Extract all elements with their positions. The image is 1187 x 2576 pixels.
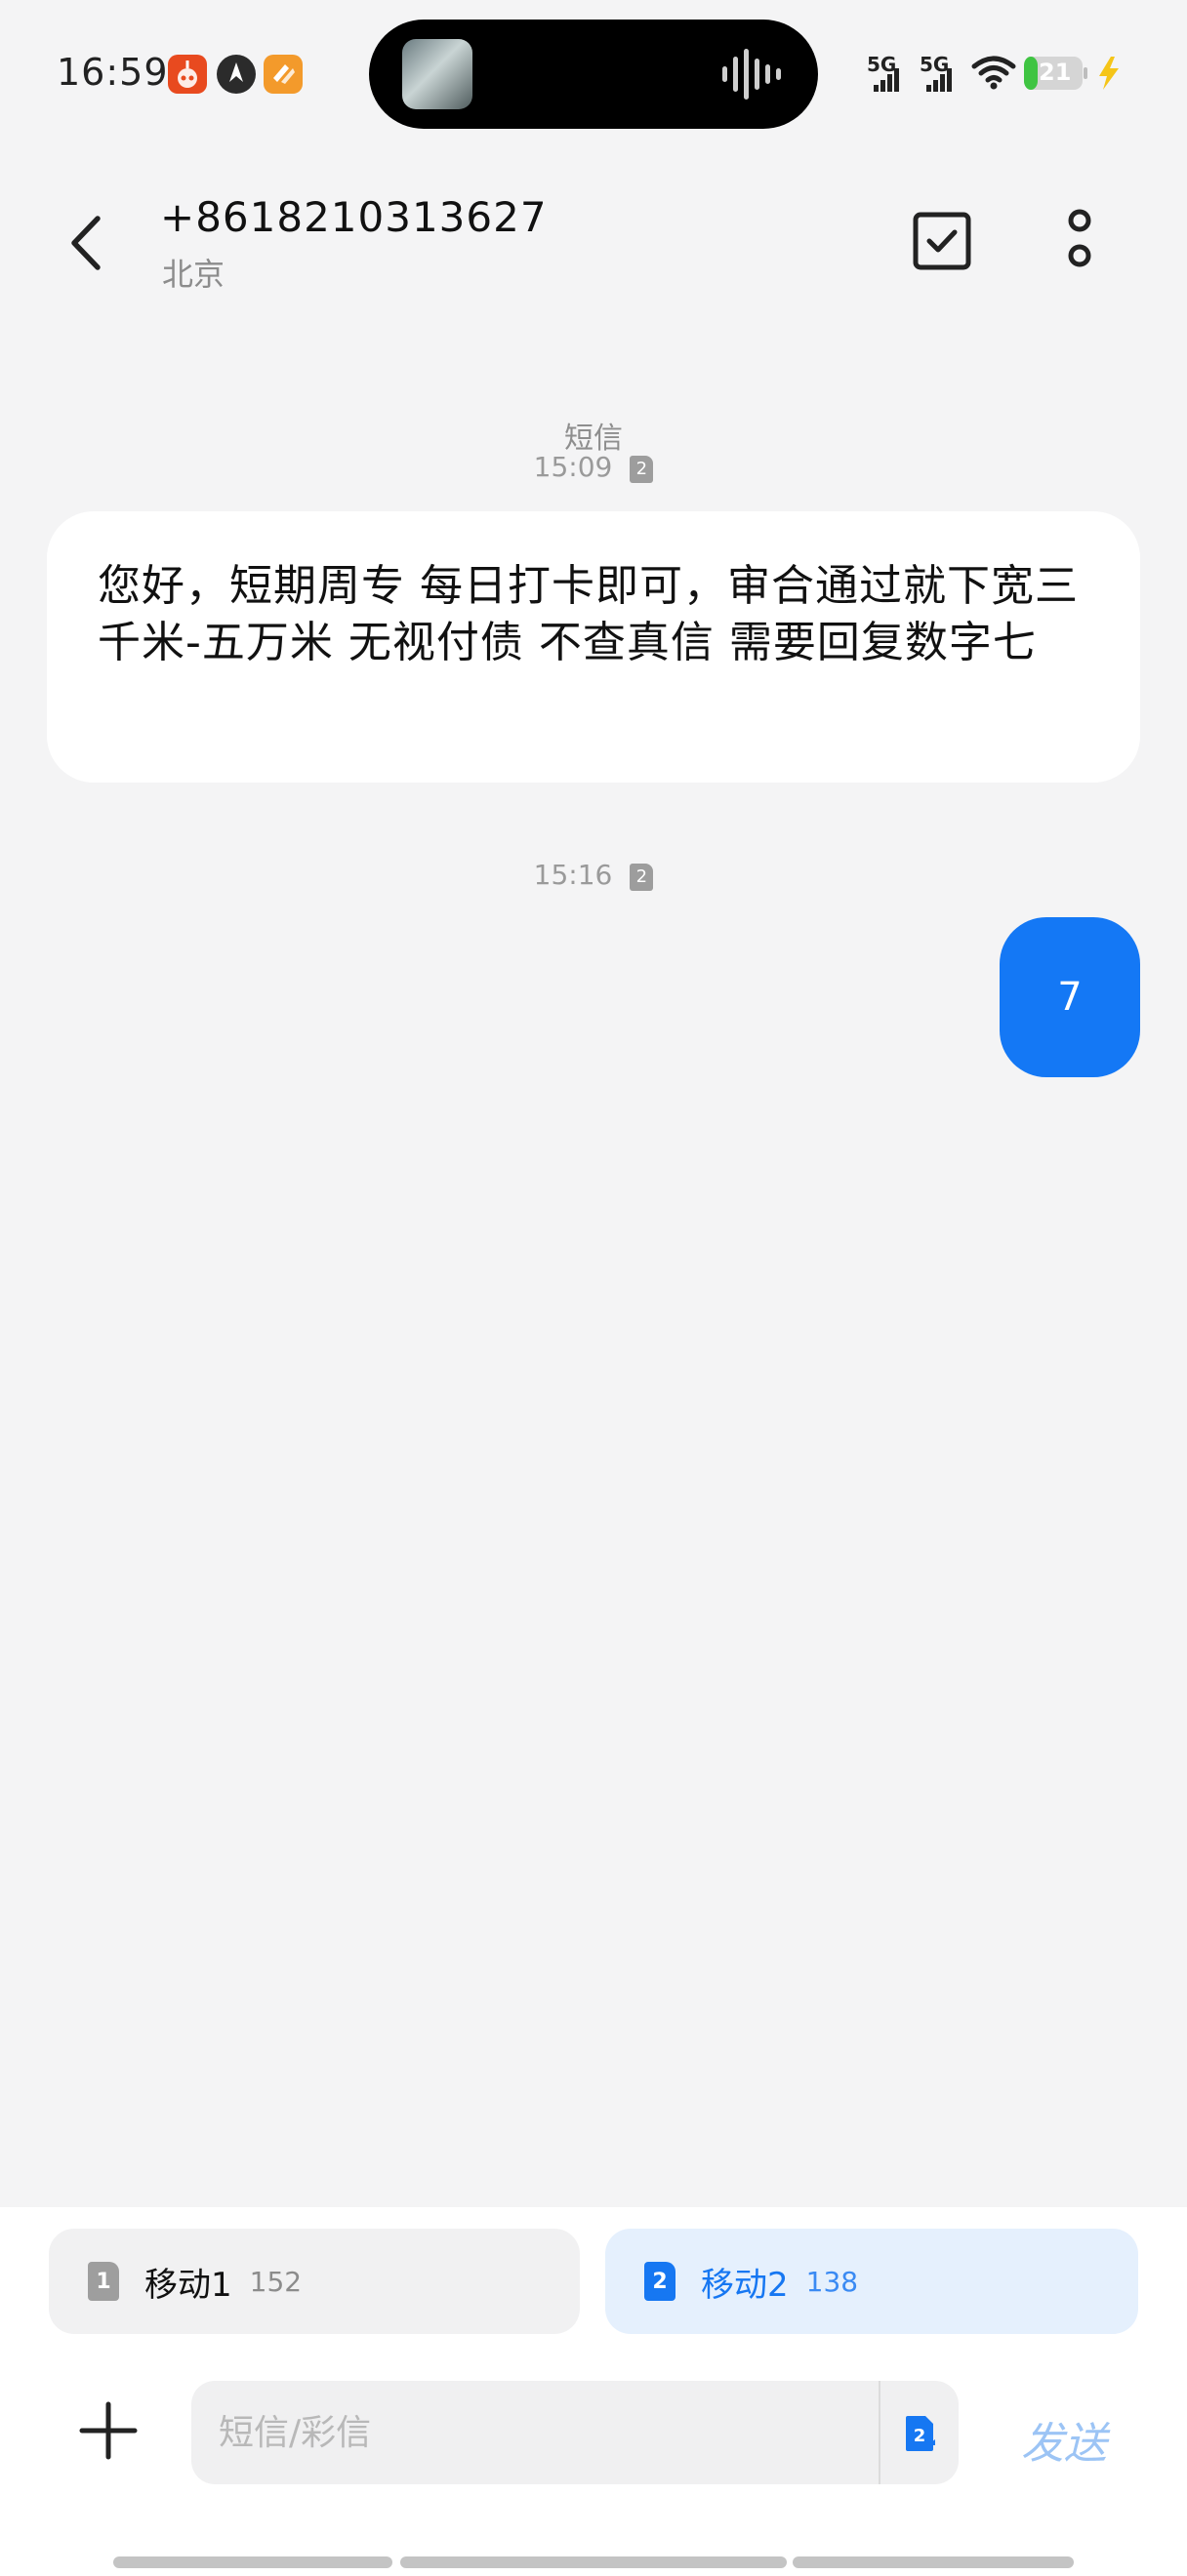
gesture-bar-segment: [113, 2556, 392, 2568]
contact-location: 北京: [162, 256, 225, 293]
message-input-container: [191, 2381, 959, 2484]
sim-option-2[interactable]: 2 移动2 138: [605, 2229, 1138, 2334]
sim-card-icon: 2: [630, 864, 654, 891]
sim-number-prefix: 138: [805, 2265, 859, 2298]
send-button[interactable]: 发送: [1021, 2408, 1107, 2471]
message-timestamp: 15:09 2: [0, 451, 1187, 483]
input-divider: [879, 2381, 880, 2484]
wifi-icon: [970, 53, 1017, 96]
sim-card-icon: 2: [630, 456, 654, 483]
message-time: 15:16: [533, 859, 613, 891]
sim-carrier-name: 移动2: [701, 2265, 789, 2305]
battery-level: 21: [1039, 59, 1072, 86]
orange-app-icon: [264, 55, 303, 94]
signal-icon-1: [869, 62, 904, 98]
contact-number: +8618210313627: [160, 193, 548, 241]
status-time: 16:59: [57, 51, 169, 94]
charging-bolt-icon: [1093, 55, 1123, 96]
outgoing-message-text: 7: [1057, 975, 1083, 1020]
dark-brand-app-icon: [217, 55, 256, 94]
add-attachment-icon[interactable]: [78, 2400, 139, 2461]
message-input[interactable]: [191, 2381, 875, 2484]
gesture-bar-segment: [400, 2556, 787, 2568]
sim-carrier-name: 移动1: [144, 2265, 232, 2305]
incoming-message-bubble[interactable]: 您好，短期周专 每日打卡即可，审合通过就下宽三千米-五万米 无视付债 不查真信 …: [47, 511, 1140, 783]
message-timestamp: 15:16 2: [0, 859, 1187, 891]
sim-card-icon: 2: [644, 2262, 675, 2301]
outgoing-message-bubble[interactable]: 7: [1000, 917, 1140, 1077]
red-robot-app-icon: [168, 55, 207, 94]
incoming-message-text: 您好，短期周专 每日打卡即可，审合通过就下宽三千米-五万米 无视付债 不查真信 …: [98, 561, 1079, 667]
sim-switch-icon[interactable]: 2: [902, 2414, 937, 2453]
sim-option-1[interactable]: 1 移动1 152: [49, 2229, 580, 2334]
media-thumbnail[interactable]: [402, 39, 472, 109]
sim-card-icon: 1: [88, 2262, 119, 2301]
more-options-icon[interactable]: [1062, 207, 1097, 277]
message-time: 15:09: [533, 451, 613, 483]
gesture-bar-segment: [793, 2556, 1074, 2568]
sim-number-prefix: 152: [249, 2265, 303, 2298]
back-arrow-icon[interactable]: [62, 209, 111, 277]
audio-wave-icon: [720, 47, 789, 101]
select-checkbox-icon[interactable]: [912, 211, 972, 271]
sim-switch-badge: 2: [914, 2426, 926, 2446]
signal-icon-2: [921, 62, 957, 98]
